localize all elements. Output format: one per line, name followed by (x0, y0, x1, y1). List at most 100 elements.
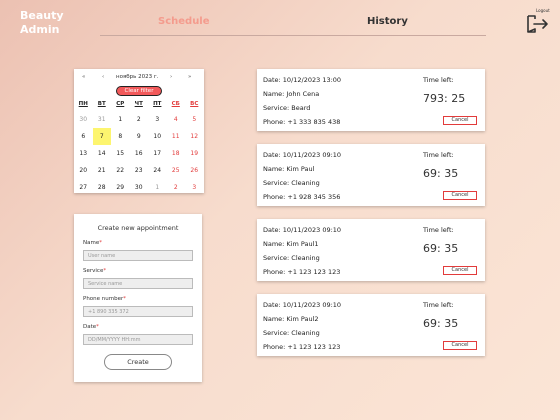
calendar-week-row: 30 31 1 2 3 4 5 (74, 111, 204, 128)
calendar: « ‹ ноябрь 2023 г. › » Clear filter ПН ВТ… (74, 69, 204, 193)
weekday-label: СБ (171, 101, 180, 107)
calendar-day[interactable]: 30 (130, 179, 149, 196)
date-input[interactable] (83, 334, 193, 345)
name-input[interactable] (83, 250, 193, 261)
calendar-day[interactable]: 3 (185, 179, 204, 196)
appointment-date: Date: 10/11/2023 09:10 (263, 301, 342, 309)
calendar-day[interactable]: 4 (167, 111, 186, 128)
phone-label: Phone number* (83, 296, 127, 302)
appointment-service: Service: Cleaning (263, 179, 320, 187)
appointment-phone: Phone: +1 123 123 123 (263, 268, 341, 276)
weekday-label: СР (116, 101, 125, 107)
calendar-day[interactable]: 15 (111, 145, 130, 162)
calendar-day[interactable]: 5 (185, 111, 204, 128)
appointment-date: Date: 10/12/2023 13:00 (263, 76, 342, 84)
appointment-card: Date: 10/11/2023 09:10 Name: Kim Paul Se… (257, 144, 485, 206)
calendar-day[interactable]: 2 (167, 179, 186, 196)
calendar-day[interactable]: 29 (111, 179, 130, 196)
calendar-day[interactable]: 13 (74, 145, 93, 162)
phone-input[interactable] (83, 306, 193, 317)
appointment-service: Service: Beard (263, 104, 311, 112)
cancel-button[interactable]: Cancel (443, 341, 477, 350)
calendar-day[interactable]: 11 (167, 128, 186, 145)
calendar-prev-month-button[interactable]: ‹ (102, 74, 104, 80)
calendar-day[interactable]: 16 (130, 145, 149, 162)
calendar-day[interactable]: 23 (130, 162, 149, 179)
calendar-day[interactable]: 6 (74, 128, 93, 145)
appointment-name: Name: John Cena (263, 90, 320, 98)
calendar-day[interactable]: 9 (130, 128, 149, 145)
time-left-label: Time left: (423, 226, 454, 234)
calendar-day[interactable]: 14 (93, 145, 112, 162)
calendar-day[interactable]: 3 (148, 111, 167, 128)
calendar-day[interactable]: 20 (74, 162, 93, 179)
appointment-date: Date: 10/11/2023 09:10 (263, 226, 342, 234)
weekday-label: ЧТ (134, 101, 143, 107)
calendar-day[interactable]: 21 (93, 162, 112, 179)
clear-filter-button[interactable]: Clear filter (116, 86, 162, 96)
calendar-day[interactable]: 18 (167, 145, 186, 162)
calendar-day[interactable]: 27 (74, 179, 93, 196)
time-left-label: Time left: (423, 151, 454, 159)
calendar-header: « ‹ ноябрь 2023 г. › » (74, 74, 204, 84)
cancel-button[interactable]: Cancel (443, 116, 477, 125)
calendar-day[interactable]: 24 (148, 162, 167, 179)
calendar-day[interactable]: 25 (167, 162, 186, 179)
appointment-card: Date: 10/12/2023 13:00 Name: John Cena S… (257, 69, 485, 131)
logout-icon[interactable] (526, 14, 550, 34)
calendar-week-row: 6 7 8 9 10 11 12 (74, 128, 204, 145)
calendar-day[interactable]: 31 (93, 111, 112, 128)
calendar-month-title[interactable]: ноябрь 2023 г. (116, 74, 159, 80)
appointment-name: Name: Kim Paul2 (263, 315, 319, 323)
calendar-day[interactable]: 2 (130, 111, 149, 128)
calendar-day[interactable]: 8 (111, 128, 130, 145)
time-left-value: 69: 35 (423, 242, 459, 255)
calendar-week-row: 27 28 29 30 1 2 3 (74, 179, 204, 196)
calendar-day[interactable]: 22 (111, 162, 130, 179)
calendar-day[interactable]: 7 (92, 128, 111, 145)
tab-history[interactable]: History (367, 16, 408, 27)
calendar-grid: ПН ВТ СР ЧТ ПТ СБ ВС 30 31 1 2 3 4 5 6 7 8 9 10 11 12 13 14 15… (74, 99, 204, 196)
appointment-date: Date: 10/11/2023 09:10 (263, 151, 342, 159)
logout-label: Logout (536, 8, 550, 13)
time-left-label: Time left: (423, 76, 454, 84)
calendar-week-row: 13 14 15 16 17 18 19 (74, 145, 204, 162)
appointment-card: Date: 10/11/2023 09:10 Name: Kim Paul1 S… (257, 219, 485, 281)
appointment-phone: Phone: +1 928 345 356 (263, 193, 341, 201)
brand-line-1: Beauty (20, 9, 64, 22)
calendar-day[interactable]: 1 (148, 179, 167, 196)
calendar-prev-year-button[interactable]: « (82, 74, 85, 80)
name-label: Name* (83, 240, 102, 246)
weekday-header-row: ПН ВТ СР ЧТ ПТ СБ ВС (74, 99, 204, 111)
calendar-day[interactable]: 30 (74, 111, 93, 128)
calendar-day[interactable]: 17 (148, 145, 167, 162)
brand-line-2: Admin (20, 23, 60, 36)
calendar-day[interactable]: 28 (93, 179, 112, 196)
date-label: Date* (83, 324, 99, 330)
form-title: Create new appointment (97, 224, 179, 232)
service-input[interactable] (83, 278, 193, 289)
appointment-service: Service: Cleaning (263, 329, 320, 337)
time-left-value: 69: 35 (423, 167, 459, 180)
cancel-button[interactable]: Cancel (443, 266, 477, 275)
appointment-phone: Phone: +1 123 123 123 (263, 343, 341, 351)
service-label: Service* (83, 268, 107, 274)
calendar-next-month-button[interactable]: › (170, 74, 172, 80)
calendar-day[interactable]: 26 (185, 162, 204, 179)
calendar-day[interactable]: 19 (185, 145, 204, 162)
create-appointment-form: Create new appointment Name* Service* Ph… (74, 214, 202, 382)
calendar-next-year-button[interactable]: » (188, 74, 191, 80)
time-left-value: 793: 25 (423, 92, 466, 105)
brand-logo: Beauty Admin (20, 9, 64, 37)
time-left-label: Time left: (423, 301, 454, 309)
appointment-name: Name: Kim Paul (263, 165, 315, 173)
cancel-button[interactable]: Cancel (443, 191, 477, 200)
nav-divider (100, 35, 486, 36)
weekday-label: ВС (190, 101, 199, 107)
tab-schedule[interactable]: Schedule (158, 16, 210, 27)
calendar-day[interactable]: 12 (185, 128, 204, 145)
appointment-name: Name: Kim Paul1 (263, 240, 319, 248)
calendar-day[interactable]: 10 (148, 128, 167, 145)
calendar-day[interactable]: 1 (111, 111, 130, 128)
create-button[interactable]: Create (104, 354, 172, 370)
